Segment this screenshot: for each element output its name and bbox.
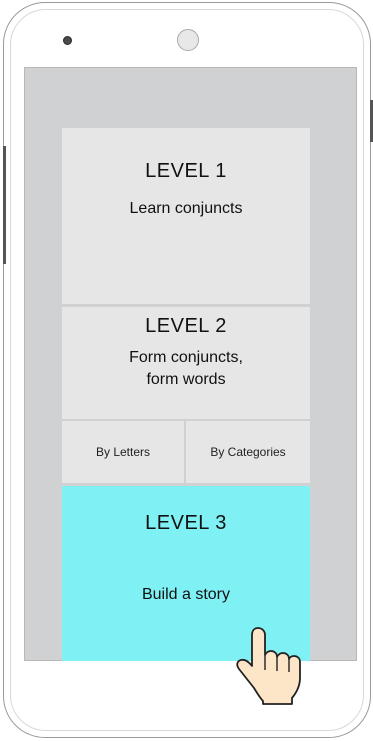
level-2-title: LEVEL 2 [145,315,227,337]
by-letters-button[interactable]: By Letters [62,421,185,483]
camera-icon [63,36,72,45]
speaker-icon [177,29,199,51]
by-letters-label: By Letters [95,445,151,459]
volume-button [3,146,6,264]
level-2-description-line1: Form conjuncts, [129,349,243,366]
level-1-title: LEVEL 1 [145,160,227,182]
by-categories-button[interactable]: By Categories [186,421,310,483]
level-2-description-line2: form words [146,371,226,388]
level-1-description: Learn conjuncts [129,200,243,217]
level-3-description: Build a story [141,586,231,603]
level-2-card[interactable]: LEVEL 2 Form conjuncts, form words [62,307,310,419]
level-3-title: LEVEL 3 [145,512,227,534]
level-1-card[interactable]: LEVEL 1 Learn conjuncts [62,128,310,304]
hand-pointer-icon [236,627,301,705]
by-categories-label: By Categories [210,445,286,459]
